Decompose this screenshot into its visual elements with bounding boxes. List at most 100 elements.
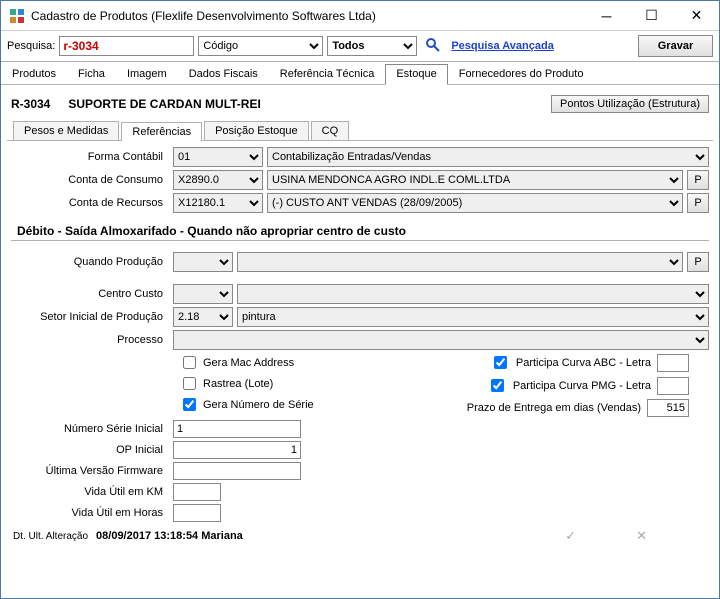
tab-dados-fiscais[interactable]: Dados Fiscais bbox=[178, 64, 269, 84]
search-label: Pesquisa: bbox=[7, 40, 55, 52]
chk-pmg-label: Participa Curva PMG - Letra bbox=[513, 380, 651, 392]
subtab-posicao[interactable]: Posição Estoque bbox=[204, 121, 309, 140]
chk-mac-label: Gera Mac Address bbox=[203, 357, 294, 369]
chk-serie-row[interactable]: Gera Número de Série bbox=[179, 395, 314, 414]
form-area: Forma Contábil 01 Contabilização Entrada… bbox=[1, 141, 719, 522]
check-icon[interactable]: ✓ bbox=[565, 528, 576, 544]
pontos-utilizacao-button[interactable]: Pontos Utilização (Estrutura) bbox=[551, 95, 709, 113]
tab-ref-tecnica[interactable]: Referência Técnica bbox=[269, 64, 386, 84]
label-processo: Processo bbox=[11, 334, 169, 346]
label-recursos: Conta de Recursos bbox=[11, 197, 169, 209]
forma-code-combo[interactable]: 01 bbox=[173, 147, 263, 167]
label-vidahoras: Vida Útil em Horas bbox=[11, 507, 169, 519]
pmg-letra-input[interactable] bbox=[657, 377, 689, 395]
subtab-cq[interactable]: CQ bbox=[311, 121, 350, 140]
quando-desc-combo[interactable] bbox=[237, 252, 683, 272]
row-quando-producao: Quando Produção P bbox=[11, 252, 709, 272]
consumo-desc-combo[interactable]: USINA MENDONCA AGRO INDL.E COML.LTDA bbox=[267, 170, 683, 190]
row-conta-consumo: Conta de Consumo X2890.0 USINA MENDONCA … bbox=[11, 170, 709, 190]
window-title: Cadastro de Produtos (Flexlife Desenvolv… bbox=[31, 9, 584, 23]
row-conta-recursos: Conta de Recursos X12180.1 (-) CUSTO ANT… bbox=[11, 193, 709, 213]
save-button[interactable]: Gravar bbox=[638, 35, 713, 57]
label-forma: Forma Contábil bbox=[11, 151, 169, 163]
numserie-input[interactable] bbox=[173, 420, 301, 438]
tab-estoque[interactable]: Estoque bbox=[385, 64, 447, 85]
tab-imagem[interactable]: Imagem bbox=[116, 64, 178, 84]
tab-produtos[interactable]: Produtos bbox=[1, 64, 67, 84]
setor-desc-combo[interactable]: pintura bbox=[237, 307, 709, 327]
maximize-button[interactable]: ☐ bbox=[629, 1, 674, 30]
chk-mac-row[interactable]: Gera Mac Address bbox=[179, 353, 314, 372]
row-vidahoras: Vida Útil em Horas bbox=[11, 504, 709, 522]
firmware-input[interactable] bbox=[173, 462, 301, 480]
search-field-combo[interactable]: Código bbox=[198, 36, 323, 56]
product-code: R-3034 bbox=[11, 97, 50, 111]
consumo-code-combo[interactable]: X2890.0 bbox=[173, 170, 263, 190]
label-quando: Quando Produção bbox=[11, 256, 169, 268]
centro-desc-combo[interactable] bbox=[237, 284, 709, 304]
row-setor-inicial: Setor Inicial de Produção 2.18 pintura bbox=[11, 307, 709, 327]
label-centro: Centro Custo bbox=[11, 288, 169, 300]
chk-lote-row[interactable]: Rastrea (Lote) bbox=[179, 374, 314, 393]
app-icon bbox=[9, 8, 25, 24]
forma-desc-combo[interactable]: Contabilização Entradas/Vendas bbox=[267, 147, 709, 167]
chk-abc[interactable] bbox=[494, 356, 507, 369]
row-processo: Processo bbox=[11, 330, 709, 350]
label-numserie: Número Série Inicial bbox=[11, 423, 169, 435]
app-window: Cadastro de Produtos (Flexlife Desenvolv… bbox=[0, 0, 720, 599]
consumo-p-button[interactable]: P bbox=[687, 170, 709, 190]
centro-code-combo[interactable] bbox=[173, 284, 233, 304]
processo-combo[interactable] bbox=[173, 330, 709, 350]
chk-lote[interactable] bbox=[183, 377, 196, 390]
row-firmware: Última Versão Firmware bbox=[11, 462, 709, 480]
row-opinicial: OP Inicial bbox=[11, 441, 709, 459]
chk-serie-label: Gera Número de Série bbox=[203, 399, 314, 411]
quando-code-combo[interactable] bbox=[173, 252, 233, 272]
setor-code-combo[interactable]: 2.18 bbox=[173, 307, 233, 327]
label-consumo: Conta de Consumo bbox=[11, 174, 169, 186]
subtab-referencias[interactable]: Referências bbox=[121, 122, 202, 141]
search-scope-combo[interactable]: Todos bbox=[327, 36, 417, 56]
opinicial-input[interactable] bbox=[173, 441, 301, 459]
subtab-pesos[interactable]: Pesos e Medidas bbox=[13, 121, 119, 140]
row-vidakm: Vida Útil em KM bbox=[11, 483, 709, 501]
recursos-code-combo[interactable]: X12180.1 bbox=[173, 193, 263, 213]
chk-mac[interactable] bbox=[183, 356, 196, 369]
abc-letra-input[interactable] bbox=[657, 354, 689, 372]
vidakm-input[interactable] bbox=[173, 483, 221, 501]
recursos-desc-combo[interactable]: (-) CUSTO ANT VENDAS (28/09/2005) bbox=[267, 193, 683, 213]
label-setor: Setor Inicial de Produção bbox=[11, 311, 169, 323]
close-button[interactable]: ✕ bbox=[674, 1, 719, 30]
vidahoras-input[interactable] bbox=[173, 504, 221, 522]
product-header: R-3034 SUPORTE DE CARDAN MULT-REI Pontos… bbox=[1, 85, 719, 121]
row-forma-contabil: Forma Contábil 01 Contabilização Entrada… bbox=[11, 147, 709, 167]
main-tabstrip: Produtos Ficha Imagem Dados Fiscais Refe… bbox=[1, 62, 719, 85]
tab-fornecedores[interactable]: Fornecedores do Produto bbox=[448, 64, 595, 84]
sub-tabstrip: Pesos e Medidas Referências Posição Esto… bbox=[7, 121, 713, 141]
label-vidakm: Vida Útil em KM bbox=[11, 486, 169, 498]
chk-pmg[interactable] bbox=[491, 379, 504, 392]
search-icon bbox=[425, 37, 441, 56]
footer: Dt. Ult. Alteração 08/09/2017 13:18:54 M… bbox=[1, 522, 719, 550]
tab-ficha[interactable]: Ficha bbox=[67, 64, 116, 84]
alt-label: Dt. Ult. Alteração bbox=[13, 531, 88, 542]
quando-p-button[interactable]: P bbox=[687, 252, 709, 272]
recursos-p-button[interactable]: P bbox=[687, 193, 709, 213]
search-input[interactable] bbox=[59, 36, 194, 56]
prazo-label: Prazo de Entrega em dias (Vendas) bbox=[467, 402, 641, 414]
row-numserie: Número Série Inicial bbox=[11, 420, 709, 438]
label-opinicial: OP Inicial bbox=[11, 444, 169, 456]
left-check-col: Gera Mac Address Rastrea (Lote) Gera Núm… bbox=[179, 353, 314, 417]
checkbox-area: Gera Mac Address Rastrea (Lote) Gera Núm… bbox=[11, 353, 709, 417]
prazo-input[interactable] bbox=[647, 399, 689, 417]
minimize-button[interactable]: ─ bbox=[584, 1, 629, 30]
row-centro-custo: Centro Custo bbox=[11, 284, 709, 304]
chk-serie[interactable] bbox=[183, 398, 196, 411]
chk-lote-label: Rastrea (Lote) bbox=[203, 378, 273, 390]
cancel-icon[interactable]: ✕ bbox=[636, 528, 647, 544]
label-firmware: Última Versão Firmware bbox=[11, 465, 169, 477]
section-title: Débito - Saída Almoxarifado - Quando não… bbox=[11, 216, 709, 241]
search-bar: Pesquisa: Código Todos Pesquisa Avançada… bbox=[1, 31, 719, 62]
advanced-search-link[interactable]: Pesquisa Avançada bbox=[451, 40, 554, 52]
titlebar: Cadastro de Produtos (Flexlife Desenvolv… bbox=[1, 1, 719, 31]
